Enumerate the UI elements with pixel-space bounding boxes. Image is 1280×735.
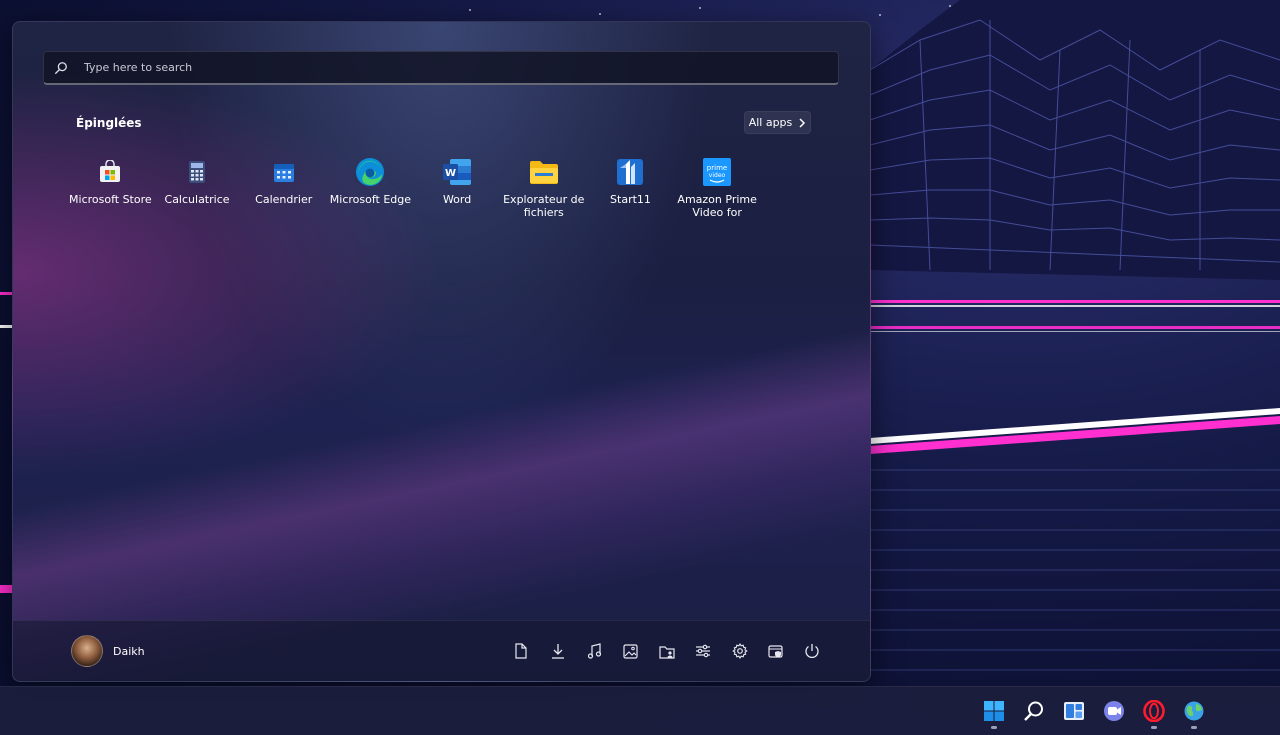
svg-text:video: video <box>709 172 726 179</box>
calculator-icon <box>182 157 212 187</box>
downloads-button[interactable] <box>539 640 575 662</box>
pictures-button[interactable] <box>612 640 648 662</box>
power-icon <box>805 644 819 658</box>
start-button[interactable] <box>978 695 1010 729</box>
globe-icon <box>1184 701 1204 721</box>
globe-app-button[interactable] <box>1178 695 1210 729</box>
app-label: Microsoft Edge <box>329 193 412 206</box>
settings-sliders-button[interactable] <box>685 640 721 662</box>
app-label: Word <box>442 193 472 206</box>
music-button[interactable] <box>576 640 612 662</box>
pinned-title: Épinglées <box>76 116 142 130</box>
personal-folder-button[interactable] <box>649 640 685 662</box>
windows-start-icon <box>984 701 1004 721</box>
widgets-button[interactable] <box>1058 695 1090 727</box>
avatar <box>71 635 103 667</box>
active-indicator <box>1191 726 1197 729</box>
active-indicator <box>1151 726 1157 729</box>
chevron-right-icon <box>799 117 806 128</box>
app-label: Start11 <box>610 193 651 206</box>
settings-sliders-icon <box>696 644 711 658</box>
personal-folder-icon <box>659 645 675 659</box>
pinned-app-microsoft-store[interactable]: Microsoft Store <box>67 157 154 219</box>
active-indicator <box>991 726 997 729</box>
search-icon <box>54 61 67 74</box>
svg-text:prime: prime <box>707 164 727 172</box>
file-explorer-shield-icon <box>768 644 783 658</box>
power-button[interactable] <box>794 640 830 662</box>
pinned-app-prime-video[interactable]: prime video Amazon Prime Video for <box>674 157 761 219</box>
prime-video-icon: prime video <box>702 157 732 187</box>
opera-button[interactable] <box>1138 695 1170 729</box>
start-menu-footer: Daikh <box>13 620 870 681</box>
pinned-app-explorateur[interactable]: Explorateur de fichiers <box>500 157 587 219</box>
app-label: Calendrier <box>255 193 313 206</box>
word-icon: W <box>442 157 472 187</box>
file-explorer-icon <box>529 157 559 187</box>
pinned-apps-grid: Microsoft Store Calculatrice Calendrier … <box>67 157 761 219</box>
start-menu: Épinglées All apps Microsoft Store <box>12 21 871 682</box>
documents-button[interactable] <box>503 640 539 662</box>
pinned-app-word[interactable]: W Word <box>414 157 501 219</box>
calendar-icon <box>269 157 299 187</box>
app-label: Amazon Prime Video for <box>677 193 757 219</box>
pinned-app-microsoft-edge[interactable]: Microsoft Edge <box>327 157 414 219</box>
gear-icon <box>731 643 748 659</box>
edge-icon <box>355 157 385 187</box>
opera-icon <box>1143 700 1165 722</box>
pinned-app-calendrier[interactable]: Calendrier <box>240 157 327 219</box>
documents-icon <box>515 643 527 659</box>
start11-icon <box>615 157 645 187</box>
app-label: Explorateur de fichiers <box>503 193 585 219</box>
all-apps-label: All apps <box>748 116 793 129</box>
pinned-app-start11[interactable]: Start11 <box>587 157 674 219</box>
file-explorer-shield-button[interactable] <box>758 640 794 662</box>
taskbar <box>0 686 1280 735</box>
teams-chat-button[interactable] <box>1098 695 1130 727</box>
widgets-icon <box>1064 702 1084 720</box>
taskbar-search-button[interactable] <box>1018 695 1050 727</box>
teams-chat-icon <box>1104 701 1124 721</box>
settings-button[interactable] <box>721 640 757 662</box>
search-icon <box>1024 701 1043 721</box>
search-input[interactable] <box>82 60 838 75</box>
taskbar-icons <box>978 695 1210 729</box>
music-icon <box>587 643 601 659</box>
user-name: Daikh <box>113 644 145 658</box>
app-label: Calculatrice <box>164 193 230 206</box>
svg-text:W: W <box>445 168 456 179</box>
app-label: Microsoft Store <box>69 193 152 206</box>
search-box[interactable] <box>43 51 839 85</box>
pinned-app-calculatrice[interactable]: Calculatrice <box>154 157 241 219</box>
user-account-button[interactable]: Daikh <box>71 635 145 667</box>
downloads-icon <box>551 644 564 659</box>
microsoft-store-icon <box>95 157 125 187</box>
folder-shortcuts <box>503 640 831 662</box>
pictures-icon <box>623 643 638 659</box>
all-apps-button[interactable]: All apps <box>744 111 811 134</box>
